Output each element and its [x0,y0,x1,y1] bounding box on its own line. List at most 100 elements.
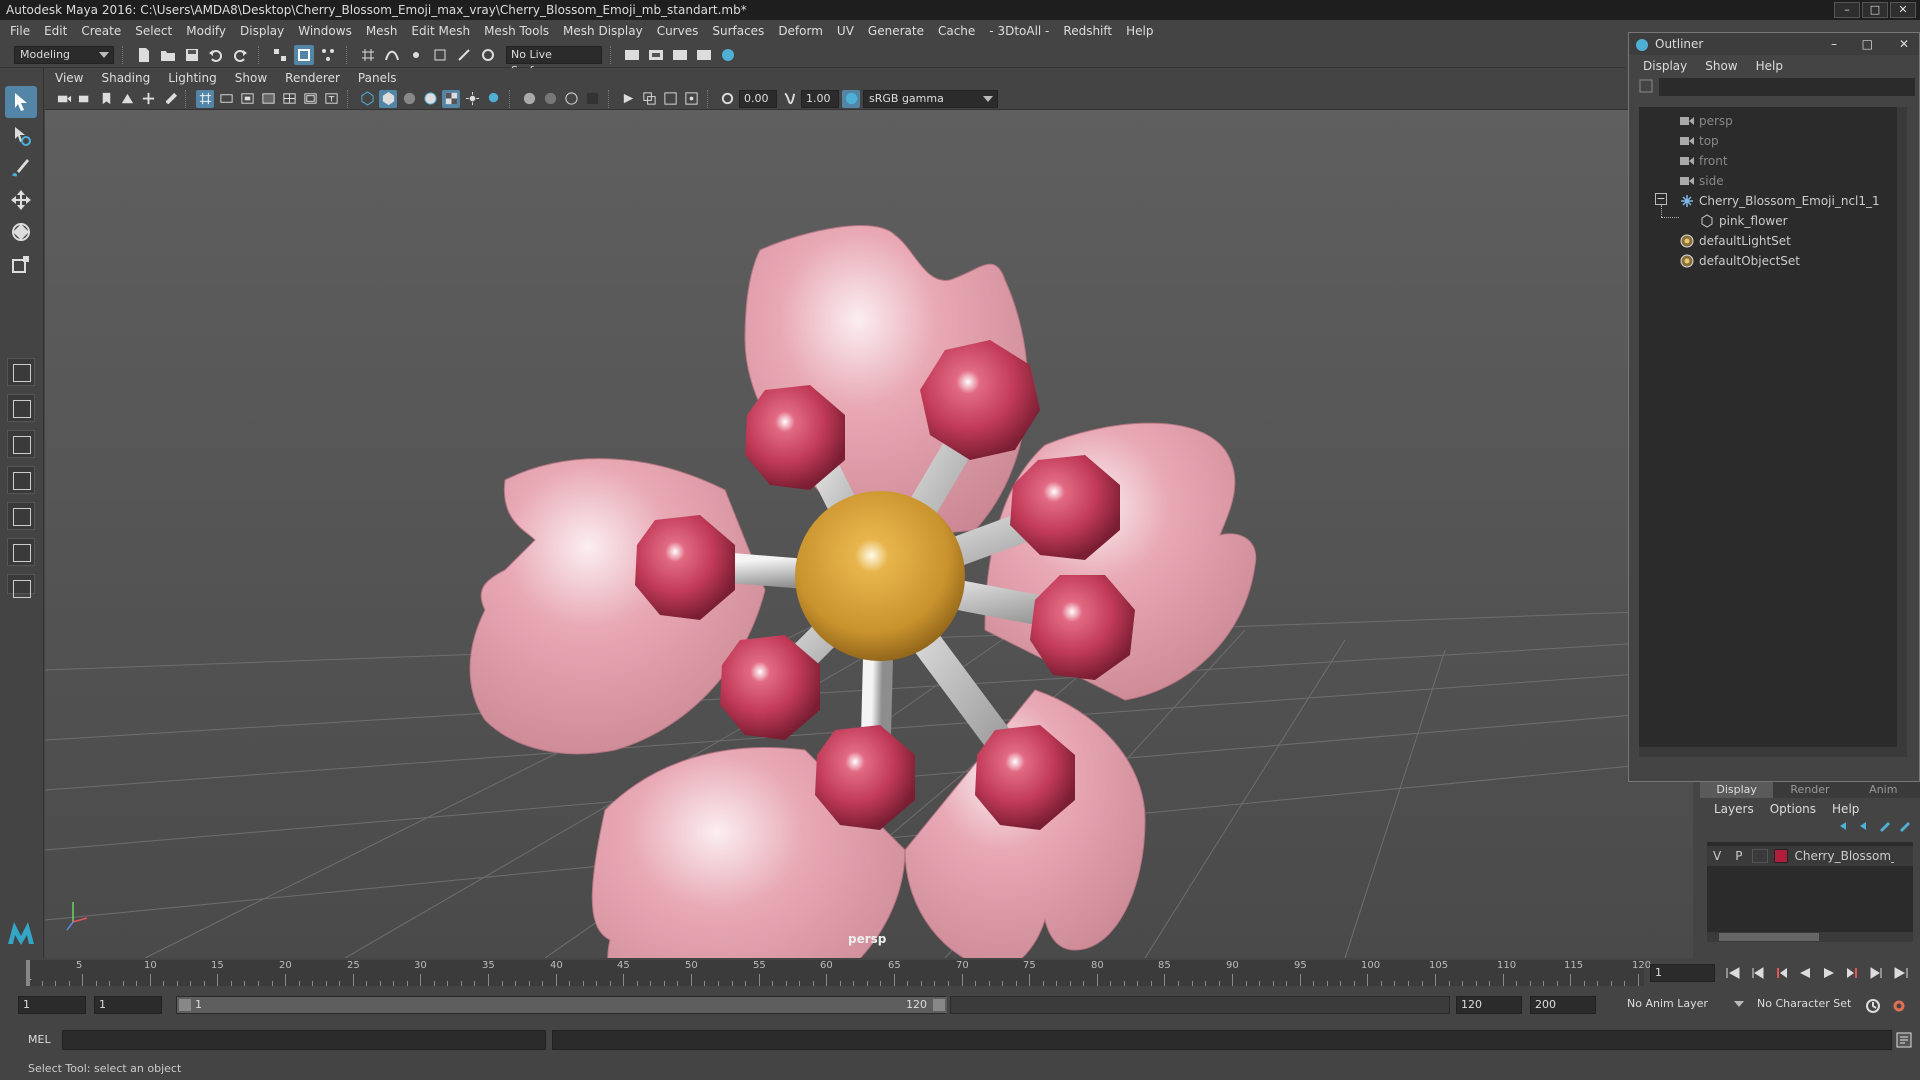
menu-generate[interactable]: Generate [868,24,924,38]
layer-visibility-toggle[interactable]: V [1713,849,1721,863]
menu-display[interactable]: Display [240,24,284,38]
viewport-menu-view[interactable]: View [55,71,83,85]
field-chart-icon[interactable] [280,90,298,108]
layer-playback-toggle[interactable]: P [1735,849,1742,863]
menu-redshift[interactable]: Redshift [1063,24,1112,38]
outliner-item-top[interactable]: top [1679,131,1719,151]
tab-anim[interactable]: Anim [1846,782,1920,798]
film-gate-icon[interactable] [217,90,235,108]
menu-deform[interactable]: Deform [778,24,823,38]
end-time-field[interactable]: 200 [1530,996,1596,1014]
viewport-menu-lighting[interactable]: Lighting [168,71,217,85]
scale-tool-button[interactable] [5,248,37,280]
play-forwards-icon[interactable] [1818,964,1840,982]
outliner-menu-display[interactable]: Display [1643,59,1687,73]
exposure-icon[interactable] [718,90,736,108]
motion-blur-icon[interactable] [541,90,559,108]
outliner-item-front[interactable]: front [1679,151,1728,171]
xray-joints-icon[interactable] [661,90,679,108]
open-scene-icon[interactable] [158,45,178,65]
outliner-close-button[interactable]: ✕ [1899,33,1909,55]
select-camera-icon[interactable] [55,90,73,108]
gamma-field[interactable]: 1.00 [801,89,839,108]
layer-menu-layers[interactable]: Layers [1714,802,1754,816]
move-layer-down-icon[interactable] [1858,820,1872,835]
menu-cache[interactable]: Cache [938,24,975,38]
move-tool-button[interactable] [5,184,37,216]
layer-scrollbar-thumb[interactable] [1719,933,1819,941]
isolate-select-icon[interactable] [619,90,637,108]
menu-curves[interactable]: Curves [657,24,699,38]
image-plane-icon[interactable] [118,90,136,108]
menu-help[interactable]: Help [1126,24,1153,38]
command-language-label[interactable]: MEL [28,1033,51,1046]
auto-key-icon[interactable] [1864,998,1882,1017]
render-settings-icon[interactable] [622,45,642,65]
outliner-item-side[interactable]: side [1679,171,1724,191]
menu-uv[interactable]: UV [837,24,854,38]
range-slider-handle[interactable]: 1 120 [177,997,947,1013]
outliner-horizontal-scrollbar[interactable] [1639,747,1897,757]
safe-action-icon[interactable] [301,90,319,108]
smooth-shade-icon[interactable] [379,89,397,108]
layer-horizontal-scrollbar[interactable] [1707,932,1913,942]
character-set-dropdown[interactable]: No Character Set [1752,996,1864,1014]
resolution-gate-icon[interactable] [238,90,256,108]
range-end-grip[interactable] [933,999,945,1011]
xray-components-icon[interactable] [682,90,700,108]
menu-create[interactable]: Create [81,24,121,38]
collapse-toggle[interactable]: − [1655,193,1667,205]
layer-menu-help[interactable]: Help [1832,802,1859,816]
menu-select[interactable]: Select [135,24,172,38]
time-slider-track[interactable]: 5 10 15 20 25 30 35 40 45 50 55 60 65 70 75 80 85 90 95 100… [26,960,1651,986]
move-layer-up-icon[interactable] [1838,820,1852,835]
outliner-item-default-light-set[interactable]: defaultLightSet [1679,231,1791,251]
outliner-item-pink-flower[interactable]: pink_flower [1699,211,1788,231]
snap-live-icon[interactable] [454,45,474,65]
current-frame-field[interactable]: 1 [1650,964,1715,982]
rotate-tool-button[interactable] [5,216,37,248]
start-time-field[interactable]: 1 [18,996,86,1014]
layout-options-button[interactable] [7,574,35,598]
snap-grid-icon[interactable] [358,45,378,65]
safe-title-icon[interactable] [322,90,340,108]
select-tool-button[interactable] [5,86,37,118]
default-material-icon[interactable] [400,90,418,108]
outliner-minimize-button[interactable]: – [1831,33,1837,55]
menu-3dtoall[interactable]: - 3DtoAll - [989,24,1049,38]
new-scene-icon[interactable] [134,45,154,65]
select-component-icon[interactable] [318,45,338,65]
textured-icon[interactable] [442,89,460,108]
lasso-tool-button[interactable] [5,120,37,152]
range-start-grip[interactable] [179,999,191,1011]
close-button[interactable]: ✕ [1890,2,1916,18]
snap-view-plane-icon[interactable] [430,45,450,65]
menu-mesh-tools[interactable]: Mesh Tools [484,24,549,38]
snap-point-icon[interactable] [406,45,426,65]
menu-set-dropdown[interactable]: Modeling [14,45,114,64]
gamma-icon[interactable] [780,90,798,108]
outliner-search-input[interactable] [1659,78,1915,96]
menu-modify[interactable]: Modify [186,24,226,38]
viewport-menu-shading[interactable]: Shading [101,71,150,85]
outliner-maximize-button[interactable]: □ [1862,33,1873,55]
render-view-icon[interactable] [694,45,714,65]
screen-space-ao-icon[interactable] [520,90,538,108]
step-forward-frame-icon[interactable] [1866,964,1888,982]
depth-of-field-icon[interactable] [583,90,601,108]
command-input[interactable] [62,1030,546,1050]
minimize-button[interactable]: – [1834,2,1860,18]
bookmark-icon[interactable] [97,90,115,108]
undo-icon[interactable] [206,45,226,65]
filter-icon[interactable] [1639,79,1655,95]
outliner-item-default-object-set[interactable]: defaultObjectSet [1679,251,1800,271]
viewport-menu-show[interactable]: Show [235,71,267,85]
color-management-icon[interactable] [842,89,860,108]
current-time-marker[interactable] [26,960,30,986]
grid-icon[interactable] [196,89,214,108]
script-editor-icon[interactable] [1896,1032,1912,1051]
select-object-icon[interactable] [294,44,314,65]
playback-start-field[interactable]: 1 [94,996,162,1014]
viewport-menu-panels[interactable]: Panels [358,71,397,85]
maximize-button[interactable]: □ [1862,2,1888,18]
